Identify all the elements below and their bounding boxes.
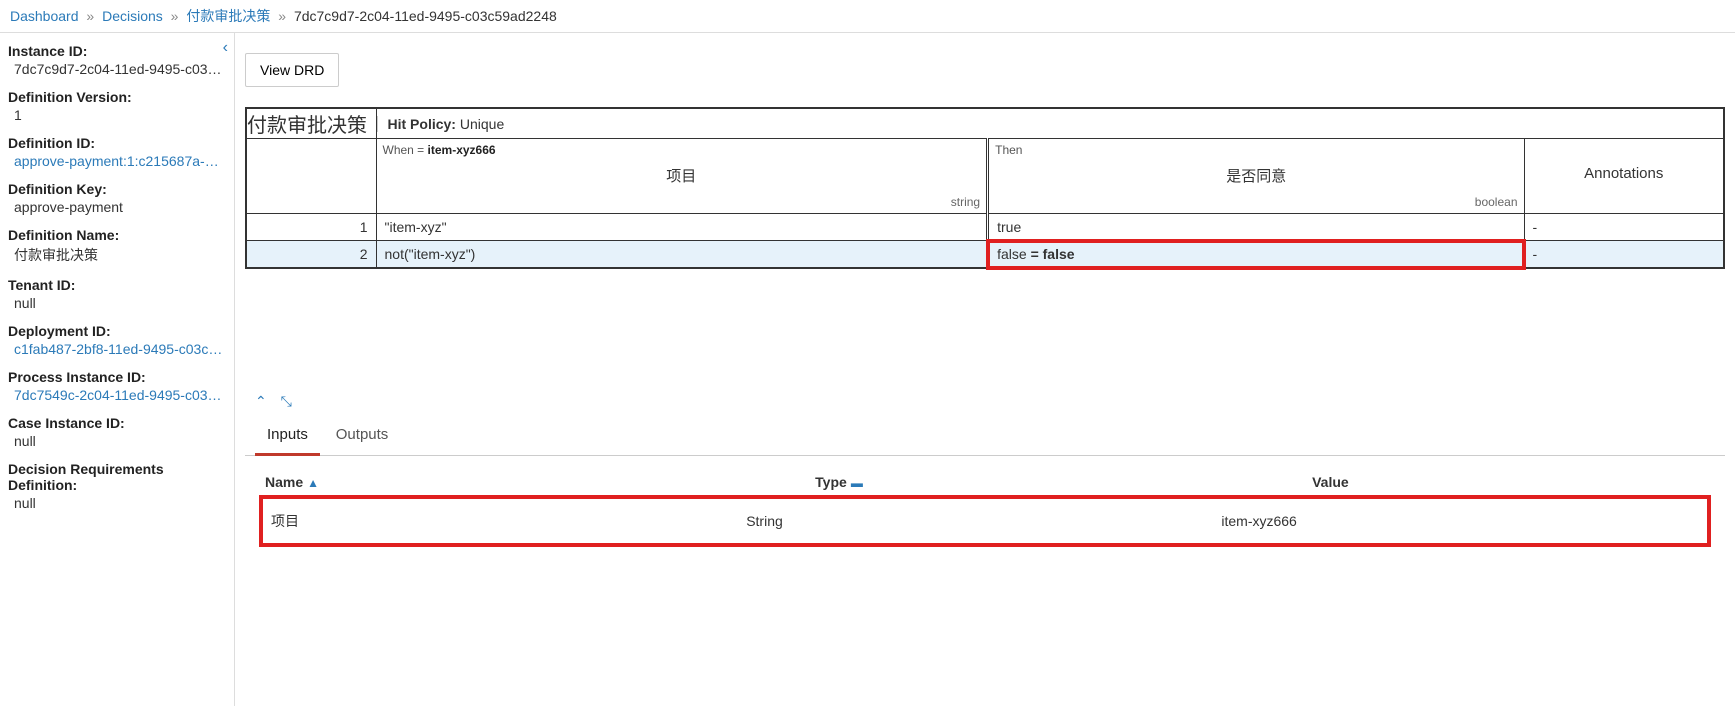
definition-name-label: Definition Name: [8,227,226,243]
sort-neutral-icon: ▬ [851,476,863,490]
rule-annotation: - [1524,241,1724,269]
rule-input: not("item-xyz") [376,241,988,269]
breadcrumb: Dashboard » Decisions » 付款审批决策 » 7dc7c9d… [0,0,1735,33]
annotations-column-header: Annotations [1525,139,1724,213]
definition-id-value[interactable]: approve-payment:1:c215687a-2bf8-... [8,153,226,169]
when-prefix: When = [383,143,428,157]
highlighted-row-box: 项目 String item-xyz666 [259,495,1711,547]
main-content: View DRD 付款审批决策 Hit Policy: Unique When … [235,33,1735,706]
collapse-left-icon[interactable]: ‹ [223,39,228,57]
case-instance-id-value: null [8,433,226,449]
input-row-type: String [740,501,1215,541]
view-drd-button[interactable]: View DRD [245,53,339,87]
dmn-hit-policy: Hit Policy: Unique [376,108,1724,139]
col-type-label: Type [815,474,847,490]
breadcrumb-sep: » [86,8,94,24]
collapse-panel-icon[interactable]: ⌃ [255,393,267,409]
output-type: boolean [1475,195,1518,209]
process-instance-id-value[interactable]: 7dc7549c-2c04-11ed-9495-c03c59... [8,387,226,403]
rule-output: true [988,214,1524,241]
definition-key-label: Definition Key: [8,181,226,197]
breadcrumb-definition[interactable]: 付款审批决策 [186,8,270,24]
hit-policy-label: Hit Policy: [388,116,456,132]
tab-inputs[interactable]: Inputs [255,418,320,456]
rule-output-value: false [997,246,1030,262]
output-column-header: Then 是否同意 boolean [989,139,1523,213]
col-value-header[interactable]: Value [1306,466,1711,499]
rule-index: 2 [246,241,376,269]
rule-annotation: - [1524,214,1724,241]
sort-asc-icon: ▲ [307,476,319,490]
case-instance-id-label: Case Instance ID: [8,415,226,431]
col-value-label: Value [1312,474,1349,490]
col-type-header[interactable]: Type ▬ [809,466,1306,499]
dmn-title: 付款审批决策 [246,108,376,139]
when-value: item-xyz666 [428,143,496,157]
panel-controls: ⌃ ⤡ [245,389,1725,414]
input-row-value: item-xyz666 [1215,501,1705,541]
breadcrumb-current: 7dc7c9d7-2c04-11ed-9495-c03c59ad2248 [294,8,557,24]
tabs: Inputs Outputs [245,418,1725,456]
deployment-id-value[interactable]: c1fab487-2bf8-11ed-9495-c03c59a... [8,341,226,357]
breadcrumb-dashboard[interactable]: Dashboard [10,8,79,24]
rule-index: 1 [246,214,376,241]
rule-row-matched: 2 not("item-xyz") false = false - [246,241,1724,269]
hit-policy-value: Unique [460,116,504,132]
instance-id-value: 7dc7c9d7-2c04-11ed-9495-c03c59... [8,61,226,77]
input-type: string [951,195,980,209]
input-row-name: 项目 [265,501,740,541]
rule-output-result: = false [1031,246,1075,262]
breadcrumb-decisions[interactable]: Decisions [102,8,163,24]
rule-output-highlighted: false = false [988,241,1524,269]
col-name-label: Name [265,474,303,490]
input-row: 项目 String item-xyz666 [265,501,1705,541]
definition-key-value: approve-payment [8,199,226,215]
definition-name-value: 付款审批决策 [8,245,226,265]
instance-id-label: Instance ID: [8,43,226,59]
rule-row: 1 "item-xyz" true - [246,214,1724,241]
col-name-header[interactable]: Name ▲ [259,466,809,499]
tab-outputs[interactable]: Outputs [324,418,401,453]
breadcrumb-sep: » [278,8,286,24]
process-instance-id-label: Process Instance ID: [8,369,226,385]
output-label: 是否同意 [989,139,1523,186]
tenant-id-label: Tenant ID: [8,277,226,293]
definition-version-label: Definition Version: [8,89,226,105]
sidebar: ‹ Instance ID: 7dc7c9d7-2c04-11ed-9495-c… [0,33,235,706]
breadcrumb-sep: » [171,8,179,24]
then-label: Then [995,143,1022,157]
dmn-table: 付款审批决策 Hit Policy: Unique When = item-xy… [245,107,1725,269]
definition-version-value: 1 [8,107,226,123]
expand-panel-icon[interactable]: ⤡ [281,393,292,409]
rule-input: "item-xyz" [376,214,988,241]
tenant-id-value: null [8,295,226,311]
annotations-label: Annotations [1525,139,1724,182]
drd-value: null [8,495,226,511]
input-column-header: When = item-xyz666 项目 string [377,139,987,213]
drd-label: Decision Requirements Definition: [8,461,226,493]
deployment-id-label: Deployment ID: [8,323,226,339]
definition-id-label: Definition ID: [8,135,226,151]
